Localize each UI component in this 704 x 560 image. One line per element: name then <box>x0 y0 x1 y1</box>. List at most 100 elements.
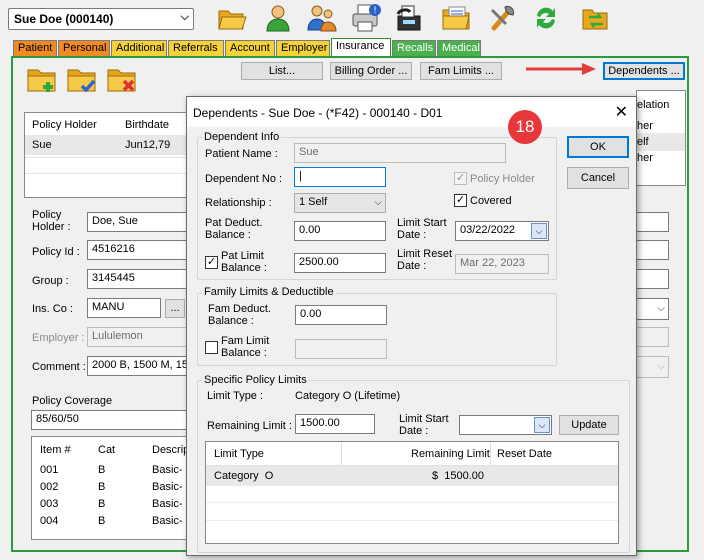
chevron-down-icon[interactable]: ⌵ <box>531 223 547 239</box>
pat-limit-checkbox[interactable]: ✓ <box>205 256 218 269</box>
specific-limits-grid[interactable]: Limit Type Remaining Limit Reset Date Ca… <box>205 441 619 544</box>
dialog-titlebar[interactable]: Dependents - Sue Doe - (*F42) - 000140 -… <box>187 97 636 127</box>
grid-header-row: Limit Type Remaining Limit Reset Date <box>206 442 618 466</box>
right-combo-disabled: ⌵ <box>636 356 669 378</box>
specific-limit-start-field[interactable]: ⌵ <box>459 415 552 435</box>
folder-check-icon[interactable] <box>66 66 98 94</box>
tab-recalls[interactable]: Recalls <box>392 40 436 56</box>
grid-header-limit-type: Limit Type <box>214 448 264 460</box>
table-row[interactable]: her <box>637 149 685 167</box>
tab-personal[interactable]: Personal <box>58 40 110 56</box>
right-field[interactable] <box>636 212 669 232</box>
group-label: Group : <box>32 275 69 287</box>
tools-icon[interactable] <box>486 2 518 34</box>
limit-reset-date-field: Mar 22, 2023 <box>455 254 549 274</box>
policy-holder-field[interactable]: Doe, Sue <box>87 212 197 232</box>
list-button[interactable]: List... <box>241 62 323 80</box>
tab-account[interactable]: Account <box>225 40 275 56</box>
grid-header-relation: elation <box>637 99 670 111</box>
folder-open-icon[interactable] <box>216 2 248 34</box>
dependent-no-field[interactable]: | <box>294 167 386 187</box>
description-cell: Basic- <box>152 464 183 476</box>
print-icon[interactable]: ! <box>350 2 382 34</box>
step-badge: 18 <box>508 110 542 144</box>
chevron-down-icon[interactable]: ⌵ <box>534 417 550 433</box>
category-cell: B <box>98 515 106 527</box>
relationship-label: Relationship : <box>205 197 272 209</box>
policy-id-field[interactable]: 4516216 <box>87 240 197 260</box>
grid-divider <box>206 520 618 521</box>
ins-co-field[interactable]: MANU <box>87 298 161 318</box>
limit-start-date-label: Limit Start Date : <box>397 217 447 241</box>
table-row[interactable]: 003 B Basic- <box>32 495 190 513</box>
table-row[interactable]: Sue Jun12,79 <box>25 135 193 155</box>
fam-limits-button[interactable]: Fam Limits ... <box>420 62 502 80</box>
limit-start-date-field[interactable]: 03/22/2022 ⌵ <box>455 221 549 241</box>
birthdate-cell: Jun12,79 <box>125 139 171 151</box>
chevron-down-icon[interactable]: ⌵ <box>657 303 665 314</box>
policy-holder-label: Policy Holder : <box>32 209 71 233</box>
relation-cell: her <box>637 120 653 132</box>
pat-deduct-field[interactable]: 0.00 <box>294 221 386 241</box>
specific-limits-title: Specific Policy Limits <box>202 374 309 386</box>
cancel-button[interactable]: Cancel <box>567 167 629 189</box>
refresh-icon[interactable] <box>530 2 562 34</box>
comment-field[interactable]: 2000 B, 1500 M, 15 <box>87 356 197 376</box>
tab-referrals[interactable]: Referrals <box>168 40 224 56</box>
tab-medical[interactable]: Medical <box>437 40 481 56</box>
person-icon[interactable] <box>262 2 294 34</box>
tab-additional[interactable]: Additional <box>111 40 167 56</box>
tab-insurance[interactable]: Insurance <box>331 38 391 57</box>
ok-button[interactable]: OK <box>567 136 629 158</box>
dependents-button[interactable]: Dependents ... <box>603 62 685 80</box>
dependents-dialog: Dependents - Sue Doe - (*F42) - 000140 -… <box>186 96 637 556</box>
covered-checkbox[interactable]: ✓ <box>454 194 467 207</box>
item-number-cell: 004 <box>40 515 59 527</box>
grid-header-cat: Cat <box>98 444 116 456</box>
right-field-disabled <box>636 327 669 347</box>
right-field[interactable] <box>636 240 669 260</box>
table-row[interactable]: 001 B Basic- <box>32 461 190 479</box>
folder-swap-icon[interactable] <box>580 2 612 34</box>
coverage-items-grid[interactable]: Item # Cat Descrip 001 B Basic- 002 B Basic- 0… <box>31 436 191 540</box>
patient-selector[interactable]: Sue Doe (000140) ⌵ <box>8 8 194 30</box>
table-row[interactable]: Category O $ 1500.00 <box>206 466 618 486</box>
right-field[interactable] <box>636 269 669 289</box>
fam-limit-checkbox[interactable] <box>205 341 218 354</box>
fam-limit-label: Fam Limit Balance : <box>221 335 270 359</box>
group-field[interactable]: 3145445 <box>87 269 197 289</box>
close-icon[interactable]: ✕ <box>615 102 628 122</box>
pat-deduct-label: Pat Deduct. Balance : <box>205 217 263 241</box>
policy-coverage-label: Policy Coverage <box>32 395 113 407</box>
chevron-down-icon[interactable]: ⌵ <box>181 11 189 24</box>
folder-delete-icon[interactable] <box>106 66 138 94</box>
table-row[interactable]: 002 B Basic- <box>32 478 190 496</box>
comment-label: Comment : <box>32 361 86 373</box>
policy-holder-grid[interactable]: Policy Holder Birthdate Sue Jun12,79 <box>24 112 194 198</box>
policy-holder-cell: Sue <box>32 139 52 151</box>
grid-header-birthdate: Birthdate <box>125 119 170 131</box>
family-icon[interactable] <box>306 2 338 34</box>
notes-icon[interactable] <box>440 2 472 34</box>
ins-co-lookup-button[interactable]: ... <box>165 299 185 318</box>
remaining-limit-field[interactable]: 1500.00 <box>295 414 375 434</box>
fax-icon[interactable] <box>394 2 426 34</box>
policy-coverage-field[interactable]: 85/60/50 <box>31 410 191 430</box>
patient-name-field: Sue <box>294 143 506 163</box>
relation-grid[interactable]: elation her elf her <box>636 90 686 186</box>
tab-patient[interactable]: Patient <box>13 40 57 56</box>
folder-add-icon[interactable] <box>26 66 58 94</box>
tab-employer[interactable]: Employer <box>276 40 330 56</box>
table-row[interactable]: 004 B Basic- <box>32 512 190 530</box>
fam-deduct-field[interactable]: 0.00 <box>295 305 387 325</box>
grid-header-policy-holder: Policy Holder <box>32 119 97 131</box>
billing-order-button[interactable]: Billing Order ... <box>330 62 412 80</box>
grid-divider <box>206 502 618 503</box>
update-button[interactable]: Update <box>559 415 619 435</box>
relationship-combo[interactable]: 1 Self ⌵ <box>294 193 386 213</box>
category-cell: B <box>98 481 106 493</box>
chevron-down-icon[interactable]: ⌵ <box>374 197 382 208</box>
right-combo[interactable]: ⌵ <box>636 298 669 320</box>
limit-reset-date-label: Limit Reset Date : <box>397 248 453 272</box>
pat-limit-field[interactable]: 2500.00 <box>294 253 386 273</box>
